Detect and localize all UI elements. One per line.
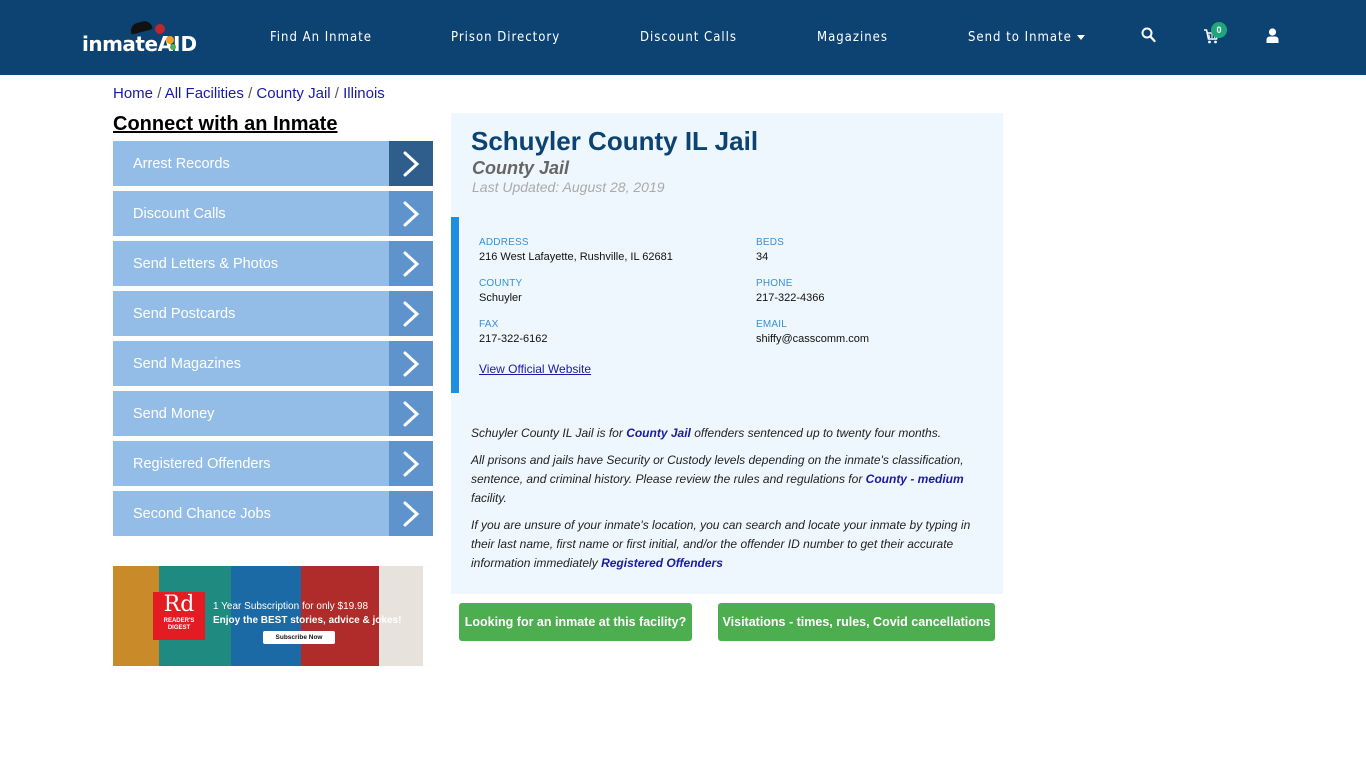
- description-text: offenders sentenced up to twenty four mo…: [690, 426, 942, 440]
- facility-panel: Schuyler County IL Jail County Jail Last…: [451, 113, 1003, 594]
- beds-field: BEDS 34: [756, 237, 784, 263]
- breadcrumb-separator: /: [334, 85, 344, 102]
- fax-field: FAX 217-322-6162: [479, 319, 548, 345]
- address-value: 216 West Lafayette, Rushville, IL 62681: [479, 251, 673, 263]
- view-official-website-link[interactable]: View Official Website: [479, 362, 591, 376]
- address-label: ADDRESS: [479, 237, 529, 248]
- last-updated: Last Updated: August 28, 2019: [472, 179, 665, 195]
- logo-text: inmate: [82, 32, 158, 56]
- sidebar-item-arrest-records[interactable]: Arrest Records: [113, 141, 433, 186]
- county-field: COUNTY Schuyler: [479, 278, 522, 304]
- sidebar-item-send-postcards[interactable]: Send Postcards: [113, 291, 433, 336]
- nav-find-an-inmate[interactable]: Find An Inmate: [270, 30, 372, 45]
- subscribe-now-button[interactable]: Subscribe Now: [263, 631, 335, 644]
- breadcrumb-illinois[interactable]: Illinois: [343, 85, 385, 102]
- nav-send-to-inmate[interactable]: Send to Inmate: [968, 30, 1085, 45]
- breadcrumb-separator: /: [157, 85, 165, 102]
- sidebar-item-label: Send Letters & Photos: [133, 255, 279, 272]
- email-label: EMAIL: [756, 319, 788, 330]
- breadcrumb-county-jail[interactable]: County Jail: [256, 85, 330, 102]
- facility-title: Schuyler County IL Jail: [471, 126, 759, 156]
- rd-brand-text: READER'S DIGEST: [163, 618, 195, 631]
- phone-value: 217-322-4366: [756, 292, 825, 304]
- connect-title: Connect with an Inmate: [113, 113, 338, 135]
- breadcrumb-home[interactable]: Home: [113, 85, 153, 102]
- sidebar-item-label: Registered Offenders: [133, 455, 271, 472]
- phone-field: PHONE 217-322-4366: [756, 278, 825, 304]
- nav-prison-directory[interactable]: Prison Directory: [451, 30, 560, 45]
- chevron-right-icon: [389, 141, 433, 186]
- sidebar-item-second-chance-jobs[interactable]: Second Chance Jobs: [113, 491, 433, 536]
- description-paragraph: If you are unsure of your inmate's locat…: [471, 516, 981, 573]
- sidebar-item-send-money[interactable]: Send Money: [113, 391, 433, 436]
- logo-decoration-icon: [166, 36, 174, 44]
- description-paragraph: Schuyler County IL Jail is for County Ja…: [471, 424, 981, 443]
- fax-value: 217-322-6162: [479, 333, 548, 345]
- facility-description: Schuyler County IL Jail is for County Ja…: [471, 424, 981, 581]
- sidebar-item-label: Send Money: [133, 405, 215, 422]
- sidebar-item-label: Discount Calls: [133, 205, 226, 222]
- logo-decoration-icon: [155, 24, 165, 34]
- readers-digest-logo: Rd READER'S DIGEST: [153, 592, 205, 640]
- nav-discount-calls[interactable]: Discount Calls: [640, 30, 737, 45]
- description-text: Schuyler County IL Jail is for: [471, 426, 627, 440]
- breadcrumb-all-facilities[interactable]: All Facilities: [165, 85, 244, 102]
- chevron-right-icon: [389, 441, 433, 486]
- description-text: facility.: [471, 491, 507, 505]
- fax-label: FAX: [479, 319, 499, 330]
- breadcrumb: Home / All Facilities / County Jail / Il…: [113, 85, 385, 102]
- user-icon[interactable]: [1266, 28, 1279, 48]
- beds-value: 34: [756, 251, 769, 263]
- cart-count-badge: 0: [1211, 22, 1227, 38]
- chevron-right-icon: [389, 291, 433, 336]
- email-field: EMAIL shiffy@casscomm.com: [756, 319, 869, 345]
- chevron-right-icon: [389, 191, 433, 236]
- chevron-right-icon: [389, 391, 433, 436]
- email-value: shiffy@casscomm.com: [756, 333, 870, 345]
- ad-offer-text: 1 Year Subscription for only $19.98: [213, 601, 369, 612]
- facility-type: County Jail: [472, 158, 570, 178]
- sidebar-menu: Arrest Records Discount Calls Send Lette…: [113, 141, 433, 541]
- beds-label: BEDS: [756, 237, 785, 248]
- chevron-right-icon: [389, 341, 433, 386]
- county-label: COUNTY: [479, 278, 523, 289]
- visitations-button[interactable]: Visitations - times, rules, Covid cancel…: [718, 603, 995, 641]
- find-inmate-at-facility-button[interactable]: Looking for an inmate at this facility?: [459, 603, 692, 641]
- chevron-right-icon: [389, 491, 433, 536]
- address-field: ADDRESS 216 West Lafayette, Rushville, I…: [479, 237, 673, 263]
- caret-down-icon: [1076, 35, 1085, 40]
- county-jail-link[interactable]: County Jail: [626, 426, 691, 440]
- logo-decoration-icon: [170, 44, 176, 50]
- description-paragraph: All prisons and jails have Security or C…: [471, 451, 981, 508]
- facility-info-box: ADDRESS 216 West Lafayette, Rushville, I…: [451, 217, 1003, 393]
- nav-magazines[interactable]: Magazines: [817, 30, 888, 45]
- sidebar-item-discount-calls[interactable]: Discount Calls: [113, 191, 433, 236]
- ad-tagline-text: Enjoy the BEST stories, advice & jokes!: [213, 615, 402, 626]
- registered-offenders-link[interactable]: Registered Offenders: [601, 556, 723, 570]
- sidebar-item-registered-offenders[interactable]: Registered Offenders: [113, 441, 433, 486]
- rd-logo-text: Rd: [163, 592, 195, 617]
- top-navbar: inmate AID Find An Inmate Prison Director…: [0, 0, 1366, 75]
- sidebar-item-label: Second Chance Jobs: [133, 505, 271, 522]
- search-icon[interactable]: [1141, 27, 1156, 48]
- sidebar-item-send-letters-photos[interactable]: Send Letters & Photos: [113, 241, 433, 286]
- nav-send-to-inmate-label: Send to Inmate: [968, 30, 1072, 45]
- sidebar-item-label: Send Postcards: [133, 305, 236, 322]
- sidebar-item-label: Send Magazines: [133, 355, 242, 372]
- sidebar-item-send-magazines[interactable]: Send Magazines: [113, 341, 433, 386]
- phone-label: PHONE: [756, 278, 793, 289]
- readers-digest-ad[interactable]: Rd READER'S DIGEST 1 Year Subscription f…: [113, 566, 423, 666]
- county-value: Schuyler: [479, 292, 522, 304]
- logo-aid-text: AID: [157, 32, 198, 56]
- chevron-right-icon: [389, 241, 433, 286]
- sidebar-item-label: Arrest Records: [133, 155, 230, 172]
- county-medium-link[interactable]: County - medium: [866, 472, 964, 486]
